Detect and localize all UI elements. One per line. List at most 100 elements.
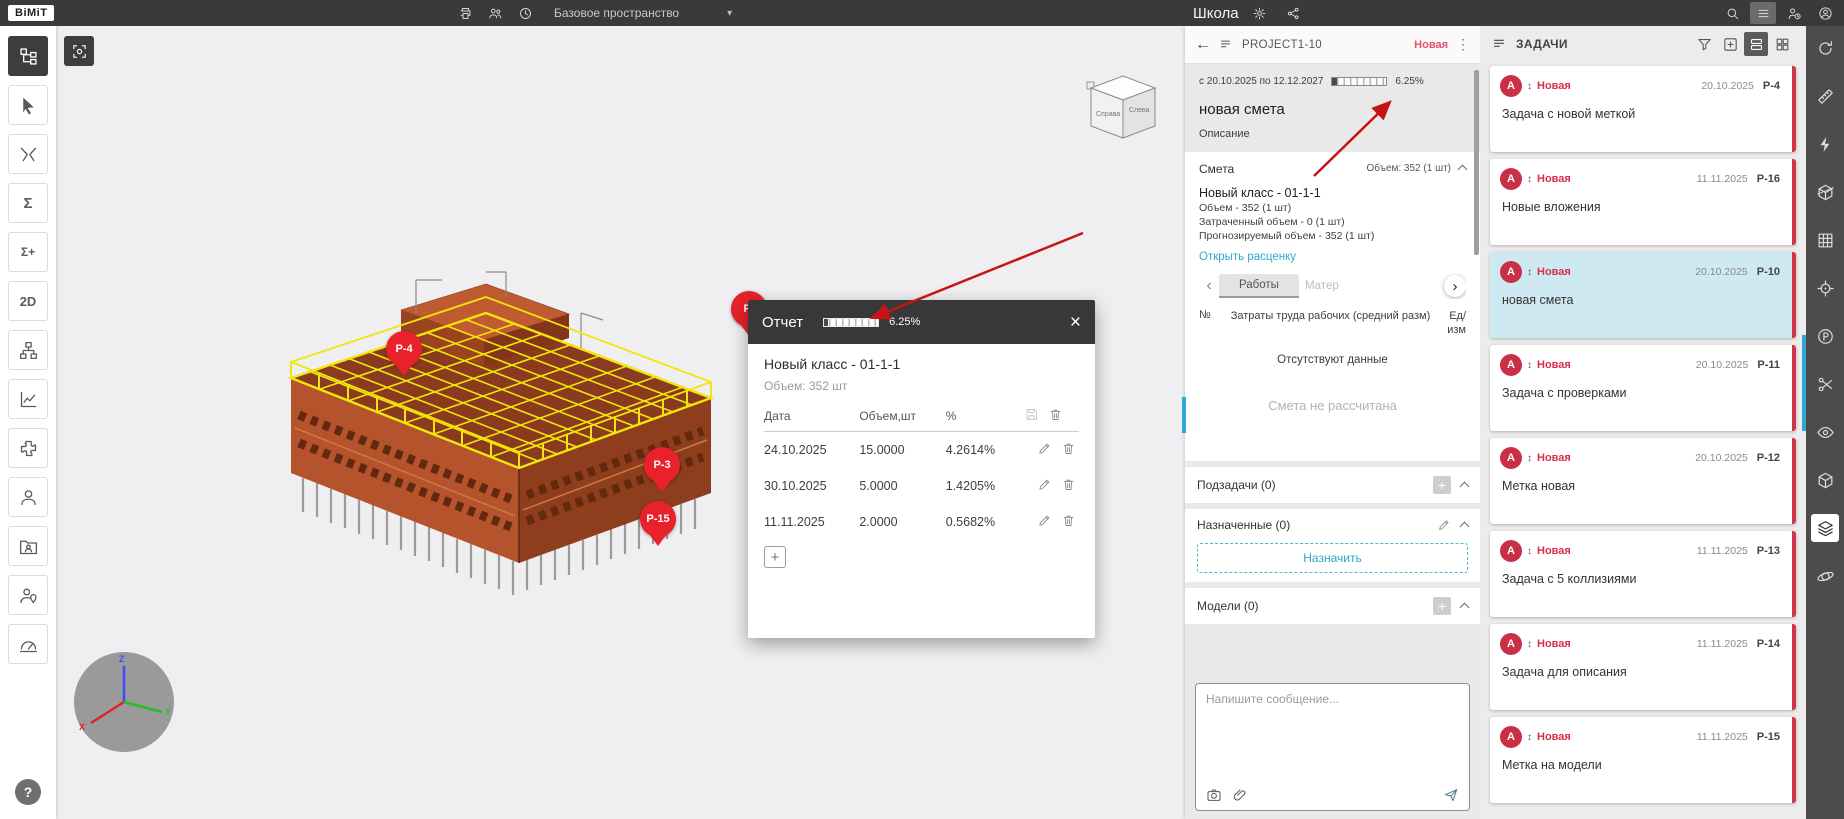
history-icon[interactable] [512, 2, 538, 24]
chevron-up-icon[interactable] [1460, 522, 1470, 532]
task-card[interactable]: А↕Новая11.11.2025P-15 Метка на модели [1490, 717, 1796, 803]
model-view-button[interactable] [1811, 466, 1839, 494]
navigation-cube[interactable]: Справа Слева [1085, 70, 1159, 150]
gear-icon[interactable] [1247, 2, 1273, 24]
tab-works[interactable]: Работы [1219, 274, 1299, 298]
search-icon[interactable] [1719, 2, 1745, 24]
task-card[interactable]: А↕Новая20.10.2025P-11 Задача с проверкам… [1490, 345, 1796, 431]
attachment-icon[interactable] [1232, 787, 1248, 803]
add-task-icon[interactable] [1718, 32, 1742, 56]
structure-button[interactable] [8, 330, 48, 370]
delete-icon[interactable] [1058, 513, 1079, 531]
task-date: 11.11.2025 [1697, 638, 1748, 650]
table-row[interactable]: 11.11.2025 2.0000 0.5682% [764, 504, 1079, 540]
task-card[interactable]: А↕Новая20.10.2025P-10 новая смета [1490, 252, 1796, 338]
sum-add-button[interactable]: Σ+ [8, 232, 48, 272]
share-icon[interactable] [1281, 2, 1307, 24]
section-box-button[interactable] [1811, 178, 1839, 206]
list-view-icon[interactable] [1744, 32, 1768, 56]
report-popup-title: Отчет [762, 314, 803, 331]
user-button[interactable] [8, 477, 48, 517]
grid-view-icon[interactable] [1770, 32, 1794, 56]
map-pin[interactable]: P-3 [644, 447, 680, 495]
add-row-button[interactable]: + [764, 546, 786, 568]
menu-list-icon[interactable] [1750, 2, 1776, 24]
chevron-up-icon[interactable] [1460, 603, 1470, 613]
charts-button[interactable] [8, 379, 48, 419]
chevron-up-icon[interactable] [1460, 482, 1470, 492]
col-unit: Ед/изм [1432, 309, 1466, 338]
panel-resize-handle[interactable] [1182, 397, 1186, 433]
quick-section-button[interactable] [1811, 130, 1839, 158]
edit-icon[interactable] [1034, 441, 1055, 459]
back-icon[interactable]: ← [1195, 36, 1211, 54]
workspace-dropdown[interactable]: Базовое пространство ▾ [554, 6, 732, 20]
parameters-button[interactable] [1811, 322, 1839, 350]
2d-view-button[interactable]: 2D [8, 281, 48, 321]
sync-button[interactable] [1811, 34, 1839, 62]
edit-icon[interactable] [1437, 518, 1451, 532]
tabs-prev-icon[interactable]: ‹ [1199, 277, 1219, 295]
task-card[interactable]: А↕Новая11.11.2025P-14 Задача для описани… [1490, 624, 1796, 710]
task-meta-block: с 20.10.2025 по 12.12.2027 6.25% новая с… [1185, 64, 1480, 150]
close-icon[interactable]: × [1070, 313, 1081, 332]
measure-button[interactable] [1811, 82, 1839, 110]
task-card[interactable]: А↕Новая20.10.2025P-12 Метка новая [1490, 438, 1796, 524]
focus-capture-button[interactable] [64, 36, 94, 66]
clash-check-button[interactable] [8, 134, 48, 174]
delete-icon[interactable] [1058, 477, 1079, 495]
app-logo[interactable]: BiMiT [8, 5, 54, 21]
users-icon[interactable] [482, 2, 508, 24]
task-card[interactable]: А↕Новая11.11.2025P-13 Задача с 5 коллизи… [1490, 531, 1796, 617]
delete-icon[interactable] [1058, 441, 1079, 459]
edit-icon[interactable] [1034, 477, 1055, 495]
task-card[interactable]: А↕Новая20.10.2025P-4 Задача с новой метк… [1490, 66, 1796, 152]
table-row[interactable]: 24.10.2025 15.0000 4.2614% [764, 432, 1079, 469]
building-model[interactable] [251, 258, 751, 628]
cell-percent: 0.5682% [946, 504, 1021, 540]
chevron-up-icon[interactable] [1458, 165, 1468, 175]
kebab-menu-icon[interactable]: ⋮ [1456, 36, 1470, 53]
delete-icon[interactable] [1045, 407, 1066, 425]
help-button[interactable]: ? [15, 779, 41, 805]
visibility-button[interactable] [1811, 418, 1839, 446]
bim-application: BiMiT Базовое пространство ▾ Школа Σ Σ [0, 0, 1844, 819]
sum-button[interactable]: Σ [8, 183, 48, 223]
avatar: А [1500, 75, 1522, 97]
camera-icon[interactable] [1206, 787, 1222, 803]
locate-button[interactable] [1811, 274, 1839, 302]
map-pin[interactable]: P-4 [386, 331, 422, 379]
scrollbar-thumb[interactable] [1474, 70, 1479, 255]
task-card[interactable]: А↕Новая11.11.2025P-16 Новые вложения [1490, 159, 1796, 245]
model-tree-button[interactable] [8, 36, 48, 76]
assign-button[interactable]: Назначить [1197, 543, 1468, 573]
save-icon[interactable] [1021, 407, 1042, 425]
table-row[interactable]: 30.10.2025 5.0000 1.4205% [764, 468, 1079, 504]
gauge-button[interactable] [8, 624, 48, 664]
send-icon[interactable] [1443, 787, 1459, 803]
plugins-button[interactable] [8, 428, 48, 468]
edit-icon[interactable] [1034, 513, 1055, 531]
user-activity-icon[interactable] [1781, 2, 1807, 24]
printer-icon[interactable] [452, 2, 478, 24]
user-location-button[interactable] [8, 575, 48, 615]
grid-button[interactable] [1811, 226, 1839, 254]
tab-materials[interactable]: Матер [1299, 275, 1345, 297]
layers-button[interactable] [1811, 514, 1839, 542]
2d-icon: 2D [20, 294, 37, 309]
add-model-button[interactable]: + [1433, 597, 1451, 615]
select-button[interactable] [8, 85, 48, 125]
tabs-next-icon[interactable]: › [1444, 275, 1466, 297]
open-rate-link[interactable]: Открыть расценку [1199, 251, 1296, 263]
shared-folder-button[interactable] [8, 526, 48, 566]
map-pin[interactable]: P-15 [640, 501, 676, 549]
task-date: 11.11.2025 [1697, 545, 1748, 557]
axis-gizmo[interactable]: Z X Y [72, 650, 176, 754]
filter-icon[interactable] [1692, 32, 1716, 56]
add-subtask-button[interactable]: + [1433, 476, 1451, 494]
avatar: А [1500, 261, 1522, 283]
message-input[interactable] [1206, 692, 1459, 770]
account-icon[interactable] [1812, 2, 1838, 24]
orbit-button[interactable] [1811, 562, 1839, 590]
cut-button[interactable] [1811, 370, 1839, 398]
